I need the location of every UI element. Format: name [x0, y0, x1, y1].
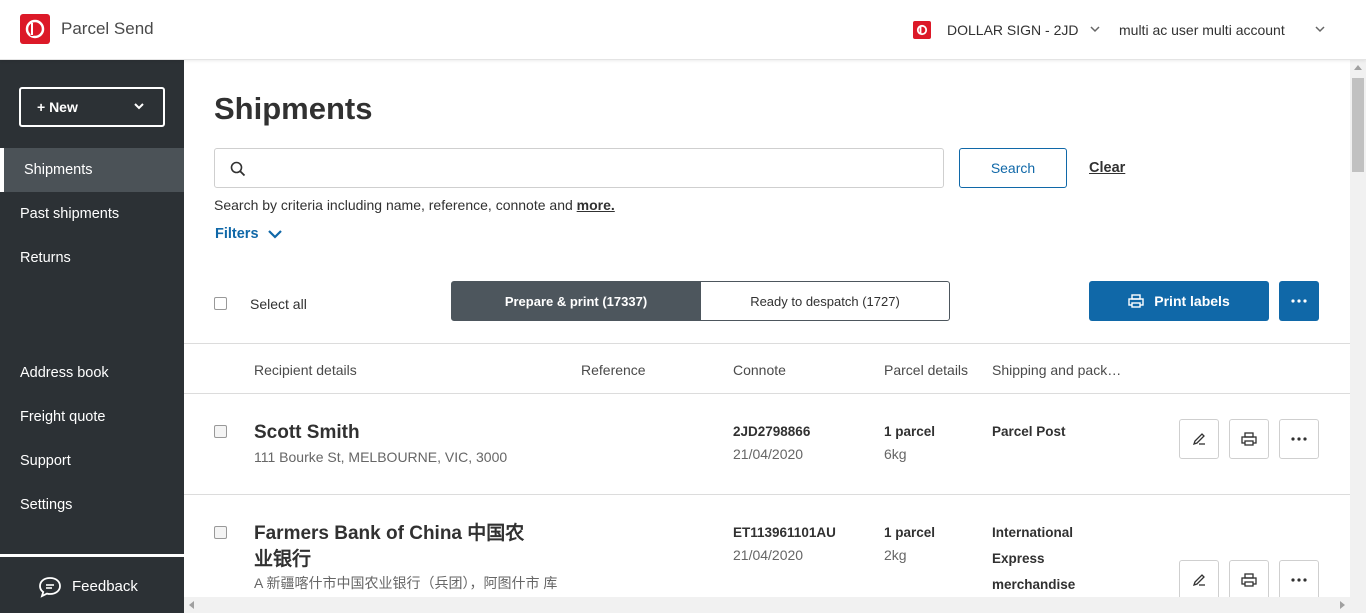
account-logo-icon — [913, 21, 931, 39]
connote: 2JD2798866 — [733, 424, 811, 439]
more-options-button[interactable] — [1279, 281, 1319, 321]
column-header-connote: Connote — [733, 362, 786, 378]
chevron-down-icon — [267, 230, 282, 239]
user-menu[interactable]: multi ac user multi account — [1119, 22, 1285, 38]
shipping-product-line2: Express — [992, 551, 1045, 566]
feedback-label: Feedback — [72, 578, 138, 595]
date: 21/04/2020 — [733, 446, 804, 462]
scroll-up-arrow-icon[interactable] — [1354, 64, 1362, 70]
recipient-name-line1[interactable]: Farmers Bank of China 中国农 — [254, 521, 524, 547]
tab-prepare-print[interactable]: Prepare & print (17337) — [451, 281, 701, 321]
page-title: Shipments — [214, 91, 373, 126]
recipient-name-line2[interactable]: 业银行 — [254, 547, 311, 573]
clear-link[interactable]: Clear — [1089, 160, 1125, 176]
chevron-down-icon — [134, 103, 144, 110]
edit-icon — [1192, 574, 1205, 587]
shipping-product-line1: International — [992, 525, 1074, 540]
ellipsis-icon — [1291, 299, 1307, 303]
chevron-down-icon[interactable] — [1314, 24, 1326, 34]
recipient-address: 111 Bourke St, MELBOURNE, VIC, 3000 — [254, 449, 508, 465]
auspost-logo-icon[interactable] — [20, 14, 50, 44]
print-button[interactable] — [1229, 419, 1269, 459]
scroll-right-arrow-icon[interactable] — [1340, 601, 1346, 609]
scrollbar-thumb[interactable] — [1352, 78, 1364, 172]
select-all-label: Select all — [250, 296, 307, 312]
row-more-button[interactable] — [1279, 560, 1319, 597]
column-header-recipient: Recipient details — [254, 362, 357, 378]
search-help-label: Search by criteria including name, refer… — [214, 197, 577, 213]
feedback-button[interactable]: Feedback — [0, 560, 184, 613]
recipient-name[interactable]: Scott Smith — [254, 420, 360, 446]
account-selector[interactable]: DOLLAR SIGN - 2JD — [947, 22, 1078, 38]
row-more-button[interactable] — [1279, 419, 1319, 459]
search-button[interactable]: Search — [959, 148, 1067, 188]
divider — [184, 343, 1350, 344]
connote: ET113961101AU — [733, 525, 836, 540]
chevron-down-icon[interactable] — [1089, 24, 1101, 34]
weight: 6kg — [884, 446, 907, 462]
sidebar-item-past-shipments[interactable]: Past shipments — [0, 192, 184, 236]
search-input[interactable] — [257, 157, 927, 179]
divider — [184, 393, 1350, 394]
edit-button[interactable] — [1179, 419, 1219, 459]
sidebar-item-address-book[interactable]: Address book — [0, 351, 184, 395]
search-box[interactable] — [214, 148, 944, 188]
shipping-product: Parcel Post — [992, 424, 1066, 439]
search-help-text: Search by criteria including name, refer… — [214, 197, 615, 213]
new-button-label: + New — [37, 99, 78, 115]
row-checkbox[interactable] — [214, 526, 227, 539]
sidebar-divider — [0, 554, 184, 557]
sidebar-item-support[interactable]: Support — [0, 439, 184, 483]
edit-button[interactable] — [1179, 560, 1219, 597]
app-title: Parcel Send — [61, 19, 154, 38]
recipient-address: A 新疆喀什市中国农业银行（兵团），阿图什市 库 — [254, 575, 558, 591]
printer-icon — [1241, 432, 1257, 446]
printer-icon — [1128, 294, 1144, 308]
main-content: Shipments Search Clear Search by criteri… — [184, 60, 1350, 597]
chat-bubble-icon — [39, 576, 61, 598]
parcel-count: 1 parcel — [884, 525, 936, 540]
parcel-count: 1 parcel — [884, 424, 936, 439]
date: 21/04/2020 — [733, 547, 804, 563]
top-header: Parcel Send DOLLAR SIGN - 2JD multi ac u… — [0, 0, 1366, 60]
filters-label: Filters — [215, 226, 259, 242]
print-labels-label: Print labels — [1154, 293, 1230, 309]
horizontal-scrollbar[interactable] — [184, 597, 1350, 613]
column-header-parcel-details: Parcel details — [884, 362, 969, 378]
tab-ready-to-despatch[interactable]: Ready to despatch (1727) — [700, 281, 950, 321]
print-labels-button[interactable]: Print labels — [1089, 281, 1269, 321]
vertical-scrollbar[interactable] — [1350, 60, 1366, 613]
ellipsis-icon — [1291, 437, 1307, 441]
search-icon — [230, 161, 246, 177]
new-button[interactable]: + New — [19, 87, 165, 127]
filters-toggle[interactable]: Filters — [215, 226, 283, 242]
divider — [184, 494, 1350, 495]
sidebar-item-freight-quote[interactable]: Freight quote — [0, 395, 184, 439]
select-all-checkbox[interactable] — [214, 297, 227, 310]
print-button[interactable] — [1229, 560, 1269, 597]
sidebar: + New Shipments Past shipments Returns A… — [0, 60, 184, 613]
column-header-shipping: Shipping and pack… — [992, 362, 1122, 378]
scroll-left-arrow-icon[interactable] — [188, 601, 194, 609]
sidebar-item-returns[interactable]: Returns — [0, 236, 184, 280]
printer-icon — [1241, 573, 1257, 587]
edit-icon — [1192, 433, 1205, 446]
more-link[interactable]: more. — [577, 197, 615, 213]
weight: 2kg — [884, 547, 907, 563]
column-header-reference: Reference — [581, 362, 646, 378]
ellipsis-icon — [1291, 578, 1307, 582]
sidebar-item-shipments[interactable]: Shipments — [0, 148, 184, 192]
row-checkbox[interactable] — [214, 425, 227, 438]
sidebar-item-settings[interactable]: Settings — [0, 483, 184, 527]
shipping-product-line3: merchandise — [992, 577, 1076, 592]
